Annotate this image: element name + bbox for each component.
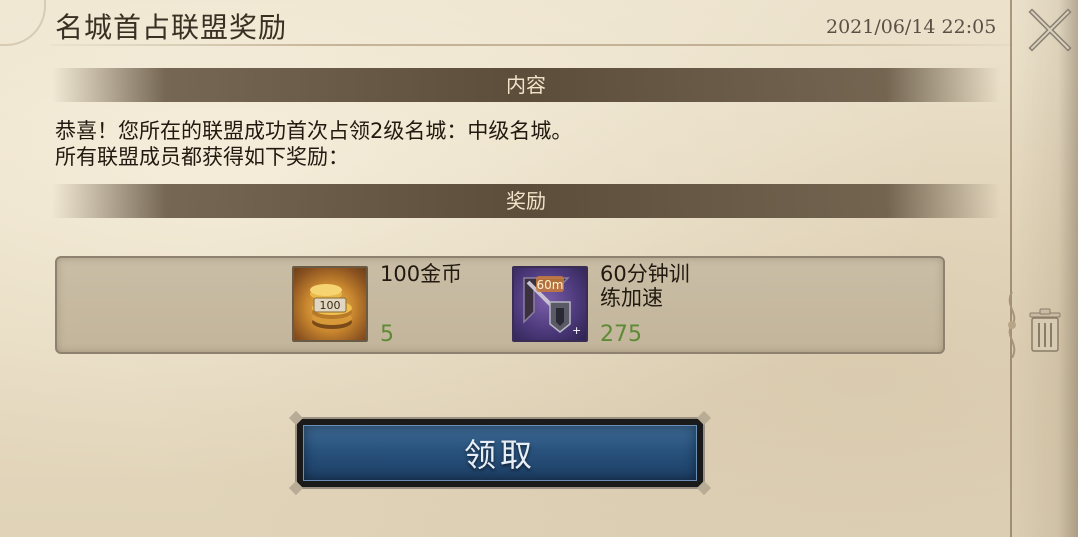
- title-divider: [50, 44, 1010, 46]
- message-line-2: 所有联盟成员都获得如下奖励：: [55, 145, 349, 169]
- reward-section-header: 奖励: [52, 184, 1000, 218]
- delete-button[interactable]: [1026, 307, 1064, 353]
- mail-timestamp: 2021/06/14 22:05: [826, 16, 997, 38]
- reward-item-gold[interactable]: 100 100金币 5: [292, 262, 492, 347]
- reward-count: 275: [600, 322, 642, 347]
- reward-panel: [55, 256, 945, 354]
- side-ornament: [1000, 291, 1024, 359]
- mail-title: 名城首占联盟奖励: [55, 11, 288, 44]
- gold-coins-icon: 100: [292, 266, 368, 342]
- reward-name: 60分钟训练加速: [600, 262, 690, 310]
- claim-button-label: 领取: [303, 425, 697, 481]
- close-x-icon: [1028, 8, 1072, 52]
- training-speedup-icon: 60m +: [512, 266, 588, 342]
- trash-icon: [1029, 308, 1061, 352]
- reward-count: 5: [380, 322, 394, 347]
- close-button[interactable]: [1026, 8, 1074, 52]
- reward-item-speedup[interactable]: 60m + 60分钟训练加速 275: [512, 262, 752, 347]
- content-section-header: 内容: [52, 68, 1000, 102]
- reward-name: 100金币: [380, 262, 463, 286]
- message-line-1: 恭喜！您所在的联盟成功首次占领2级名城：中级名城。: [55, 119, 573, 143]
- speedup-badge-text: 60m: [537, 278, 564, 292]
- svg-text:+: +: [572, 324, 581, 337]
- gold-badge-text: 100: [320, 299, 341, 312]
- scroll-right-border: [1010, 0, 1078, 537]
- claim-button[interactable]: 领取: [288, 410, 712, 496]
